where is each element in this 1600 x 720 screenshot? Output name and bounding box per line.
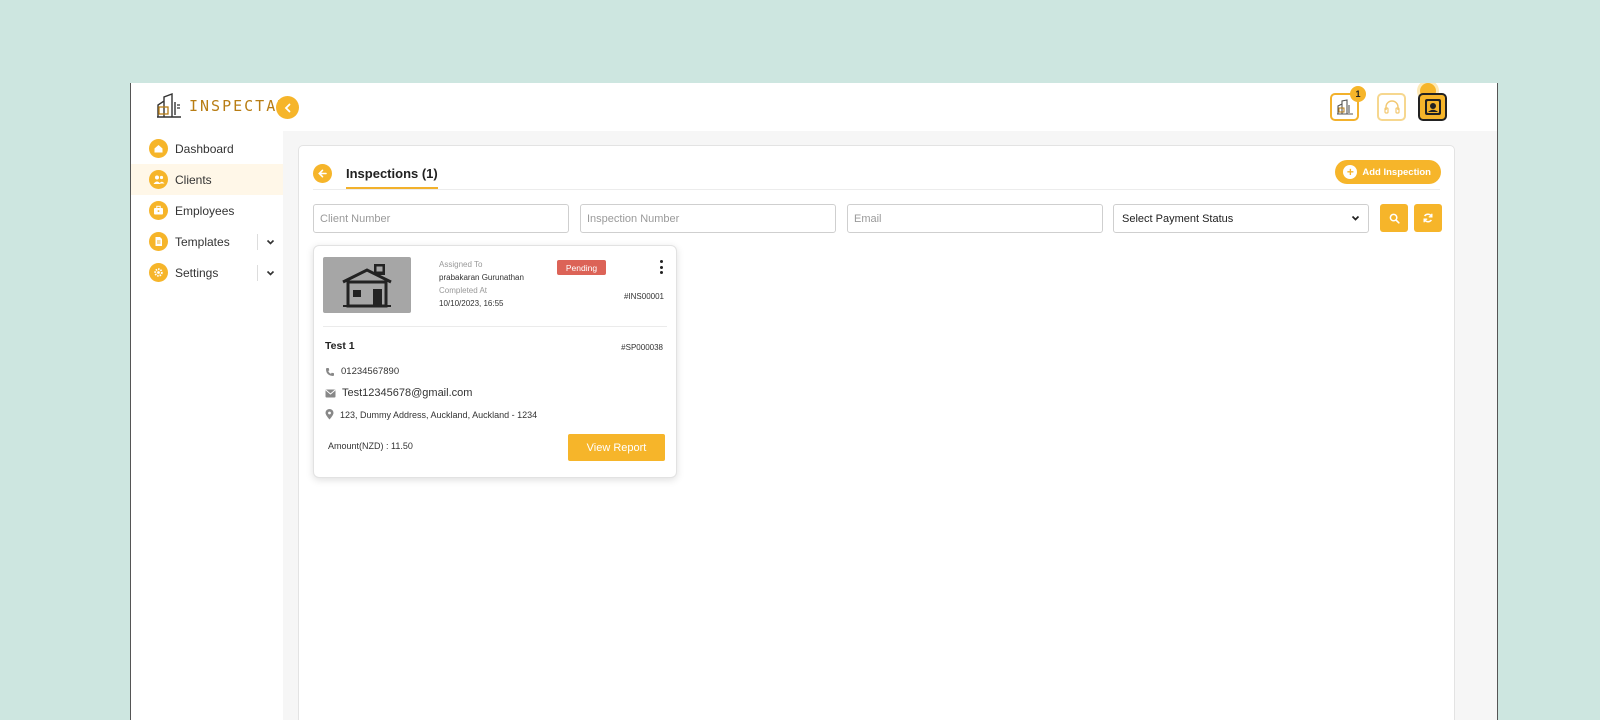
phone-icon [326, 367, 334, 376]
client-name: Test 1 [325, 340, 355, 352]
sidebar-item-templates[interactable]: Templates [131, 226, 283, 257]
building-icon [1336, 99, 1353, 115]
chevron-down-icon [266, 239, 275, 245]
search-button[interactable] [1380, 204, 1408, 232]
sidebar-item-label: Dashboard [175, 141, 234, 156]
sidebar-item-dashboard[interactable]: Dashboard [131, 133, 283, 164]
gear-icon [149, 263, 168, 282]
assigned-to-value: prabakaran Gurunathan [439, 273, 524, 282]
payment-status-value: Select Payment Status [1122, 212, 1234, 225]
search-icon [1389, 213, 1400, 224]
card-menu-icon[interactable] [658, 260, 664, 274]
add-inspection-button[interactable]: + Add Inspection [1335, 160, 1441, 184]
completed-at-label: Completed At [439, 286, 488, 295]
assigned-to-label: Assigned To [439, 260, 483, 269]
view-report-button[interactable]: View Report [568, 434, 665, 461]
templates-expand-chevron[interactable] [257, 234, 275, 250]
sidebar-item-employees[interactable]: Employees [131, 195, 283, 226]
email-row: Test12345678@gmail.com [325, 387, 472, 399]
inspection-number-input[interactable] [580, 204, 836, 233]
home-icon [149, 139, 168, 158]
sidebar: Dashboard Clients Employees Templates Se… [131, 131, 283, 720]
phone-number: 01234567890 [341, 366, 400, 377]
tab-inspections[interactable]: Inspections (1) [346, 166, 438, 189]
client-id: #SP000038 [621, 343, 663, 352]
sidebar-collapse-button[interactable] [276, 96, 299, 119]
client-number-input[interactable] [313, 204, 569, 233]
chevron-down-icon [1351, 215, 1360, 221]
plus-icon: + [1343, 165, 1358, 179]
client-address: 123, Dummy Address, Auckland, Auckland -… [340, 409, 538, 420]
property-thumbnail [323, 257, 411, 313]
sidebar-item-label: Employees [175, 203, 235, 218]
building-logo-icon [157, 93, 181, 118]
add-inspection-label: Add Inspection [1362, 166, 1431, 178]
completed-at-value: 10/10/2023, 16:55 [439, 299, 504, 308]
refresh-button[interactable] [1414, 204, 1442, 232]
document-icon [149, 232, 168, 251]
chevron-left-icon [284, 103, 290, 112]
app-window: INSPECTAH 1 Dashboard Clients Employees … [130, 83, 1498, 720]
payment-status-select[interactable]: Select Payment Status [1113, 204, 1369, 233]
address-row: 123, Dummy Address, Auckland, Auckland -… [325, 409, 537, 420]
sidebar-item-settings[interactable]: Settings [131, 257, 283, 288]
sidebar-item-label: Templates [175, 234, 230, 249]
amount-label: Amount(NZD) : [328, 441, 389, 451]
notification-badge: 1 [1350, 86, 1366, 102]
sidebar-item-clients[interactable]: Clients [131, 164, 283, 195]
brand-name: INSPECTAH [189, 97, 289, 115]
arrow-left-icon [318, 169, 327, 178]
phone-row: 01234567890 [325, 366, 399, 377]
briefcase-icon [149, 201, 168, 220]
headset-icon [1383, 100, 1400, 114]
back-button[interactable] [313, 164, 332, 183]
sidebar-item-label: Clients [175, 172, 212, 187]
settings-expand-chevron[interactable] [257, 265, 275, 281]
chevron-down-icon [266, 270, 275, 276]
amount: Amount(NZD) : 11.50 [328, 441, 413, 451]
amount-value: 11.50 [391, 441, 413, 451]
inspection-id: #INS00001 [623, 292, 664, 301]
profile-avatar-button[interactable] [1418, 93, 1447, 121]
inspections-panel: Inspections (1) + Add Inspection Select … [298, 145, 1455, 720]
brand-logo[interactable]: INSPECTAH [155, 93, 288, 119]
client-email: Test12345678@gmail.com [342, 387, 473, 399]
location-pin-icon [325, 409, 334, 420]
house-icon [342, 264, 392, 308]
support-button[interactable] [1377, 93, 1406, 121]
top-bar: INSPECTAH 1 [131, 83, 1497, 131]
email-input[interactable] [847, 204, 1103, 233]
inspections-notification-button[interactable]: 1 [1330, 86, 1366, 121]
status-badge: Pending [557, 260, 606, 275]
sidebar-item-label: Settings [175, 265, 219, 280]
tab-divider [313, 189, 1440, 190]
inspection-card[interactable]: Assigned To prabakaran Gurunathan Comple… [313, 245, 677, 478]
envelope-icon [325, 389, 336, 397]
users-icon [149, 170, 168, 189]
card-divider [323, 326, 667, 327]
refresh-icon [1423, 213, 1433, 223]
avatar-icon [1424, 99, 1441, 115]
